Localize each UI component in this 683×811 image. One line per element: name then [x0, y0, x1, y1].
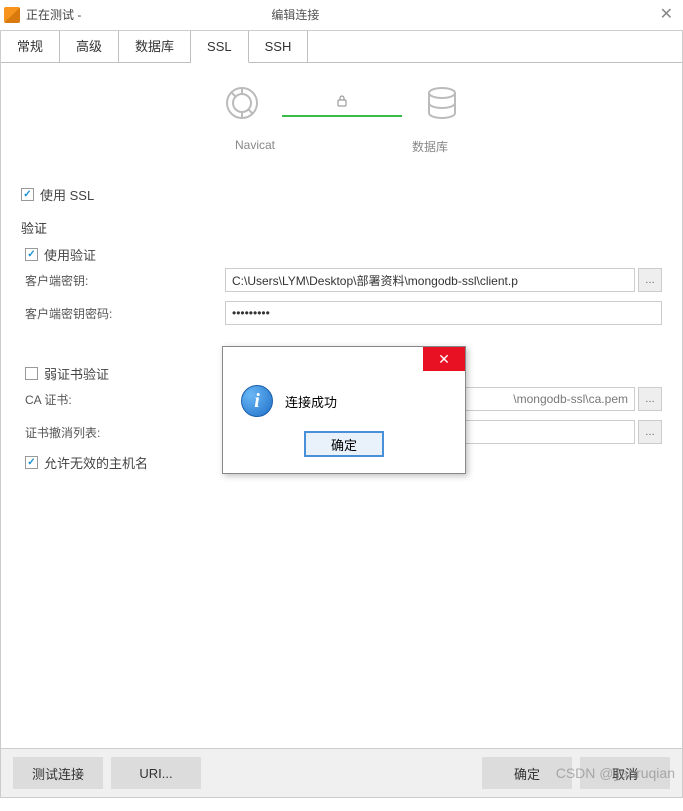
dialog-titlebar: ✕ [223, 347, 465, 375]
weak-cert-checkbox[interactable] [25, 367, 38, 380]
tab-general[interactable]: 常规 [1, 31, 60, 62]
window-close-button[interactable]: ✕ [660, 7, 673, 23]
use-auth-label: 使用验证 [44, 245, 96, 264]
database-icon [422, 83, 462, 128]
dialog-message: 连接成功 [285, 392, 337, 411]
diagram-labels: Navicat 数据库 [1, 138, 682, 170]
ok-button[interactable]: 确定 [482, 757, 572, 789]
client-pass-input[interactable] [225, 301, 662, 325]
diagram-link [282, 94, 402, 117]
allow-invalid-label: 允许无效的主机名 [44, 453, 148, 472]
titlebar: 正在测试 - 编辑连接 ✕ [0, 0, 683, 30]
weak-cert-label: 弱证书验证 [44, 364, 109, 383]
cancel-button[interactable]: 取消 [580, 757, 670, 789]
use-ssl-label: 使用 SSL [40, 185, 94, 204]
uri-button[interactable]: URI... [111, 757, 201, 789]
lock-icon [335, 94, 349, 115]
dialog-ok-button[interactable]: 确定 [304, 431, 384, 457]
navicat-icon [222, 83, 262, 128]
use-ssl-row[interactable]: 使用 SSL [21, 185, 662, 204]
client-key-browse-button[interactable]: … [638, 268, 662, 292]
title-status: 正在测试 - [26, 6, 81, 23]
bottom-bar: 测试连接 URI... 确定 取消 [1, 748, 682, 797]
result-dialog: ✕ i 连接成功 确定 [222, 346, 466, 474]
ca-cert-browse-button[interactable]: … [638, 387, 662, 411]
use-ssl-checkbox[interactable] [21, 188, 34, 201]
use-auth-checkbox[interactable] [25, 248, 38, 261]
tabs: 常规 高级 数据库 SSL SSH [1, 31, 682, 63]
app-icon [4, 7, 20, 23]
client-key-label: 客户端密钥: [25, 272, 225, 289]
navicat-label: Navicat [235, 138, 275, 155]
tab-database[interactable]: 数据库 [119, 31, 191, 62]
use-auth-row[interactable]: 使用验证 [25, 245, 662, 264]
ca-cert-label: CA 证书: [25, 391, 225, 408]
info-icon: i [241, 385, 273, 417]
crl-label: 证书撤消列表: [25, 424, 225, 441]
database-label: 数据库 [412, 138, 448, 155]
tab-ssh[interactable]: SSH [249, 31, 309, 62]
test-connection-button[interactable]: 测试连接 [13, 757, 103, 789]
tab-ssl[interactable]: SSL [191, 31, 249, 63]
client-pass-label: 客户端密钥密码: [25, 305, 225, 322]
allow-invalid-checkbox[interactable] [25, 456, 38, 469]
connection-diagram [1, 63, 682, 138]
auth-section-title: 验证 [21, 218, 662, 237]
crl-browse-button[interactable]: … [638, 420, 662, 444]
client-key-input[interactable] [225, 268, 635, 292]
dialog-close-button[interactable]: ✕ [423, 347, 465, 371]
tab-advanced[interactable]: 高级 [60, 31, 119, 62]
secure-line-icon [282, 115, 402, 117]
window-title: 编辑连接 [271, 6, 319, 23]
